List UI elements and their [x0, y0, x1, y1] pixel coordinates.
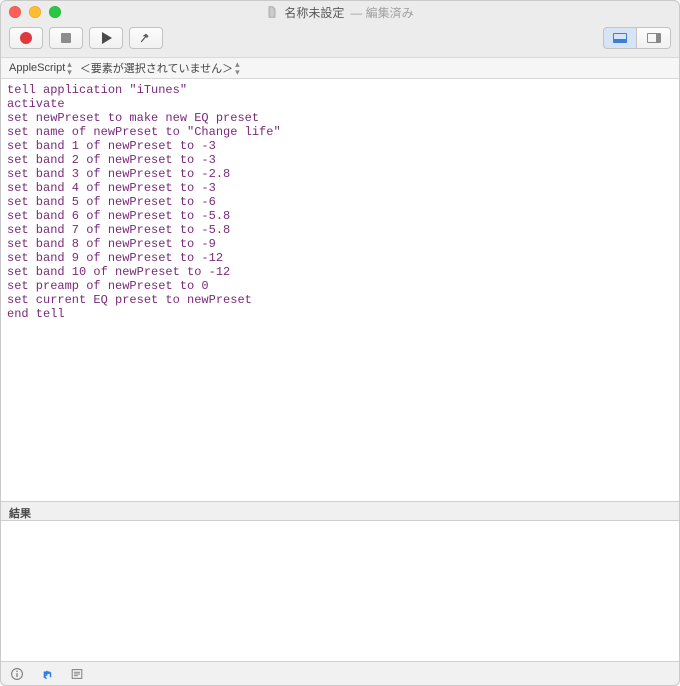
- view-mode-segment: [603, 27, 671, 49]
- compile-button[interactable]: [129, 27, 163, 49]
- element-selector-label: ＜要素が選択されていません＞: [80, 60, 233, 76]
- close-window-button[interactable]: [9, 6, 21, 18]
- hammer-icon: [139, 31, 153, 45]
- window-title-area: 名称未設定 — 編集済み: [9, 4, 671, 21]
- window-subtitle: — 編集済み: [350, 4, 413, 21]
- script-editor-window: 名称未設定 — 編集済み AppleScript: [0, 0, 680, 686]
- stop-button[interactable]: [49, 27, 83, 49]
- element-selector[interactable]: ＜要素が選択されていません＞ ▴▾: [80, 60, 240, 76]
- record-icon: [20, 32, 32, 44]
- play-icon: [102, 32, 112, 44]
- stop-icon: [61, 33, 71, 43]
- results-pane[interactable]: [1, 521, 679, 661]
- run-button[interactable]: [89, 27, 123, 49]
- navigation-bar: AppleScript ▴▾ ＜要素が選択されていません＞ ▴▾: [1, 57, 679, 79]
- description-view-button[interactable]: [9, 666, 25, 682]
- log-view-button[interactable]: [69, 666, 85, 682]
- code-editor[interactable]: tell application "iTunes" activate set n…: [1, 79, 679, 501]
- results-label: 結果: [1, 501, 679, 521]
- toolbar: [1, 23, 679, 57]
- traffic-lights: [9, 6, 61, 18]
- updown-icon: ▴▾: [67, 60, 72, 76]
- window-title: 名称未設定: [284, 4, 344, 21]
- document-icon: [266, 6, 278, 18]
- language-label: AppleScript: [9, 62, 65, 74]
- show-side-pane-button[interactable]: [637, 27, 671, 49]
- status-bar: [1, 661, 679, 685]
- side-pane-icon: [647, 33, 661, 43]
- zoom-window-button[interactable]: [49, 6, 61, 18]
- minimize-window-button[interactable]: [29, 6, 41, 18]
- language-selector[interactable]: AppleScript ▴▾: [9, 60, 72, 76]
- updown-icon: ▴▾: [235, 60, 240, 76]
- result-view-button[interactable]: [39, 666, 55, 682]
- toolbar-left-group: [9, 27, 163, 49]
- show-results-pane-button[interactable]: [603, 27, 637, 49]
- results-pane-icon: [613, 33, 627, 43]
- record-button[interactable]: [9, 27, 43, 49]
- titlebar[interactable]: 名称未設定 — 編集済み: [1, 1, 679, 23]
